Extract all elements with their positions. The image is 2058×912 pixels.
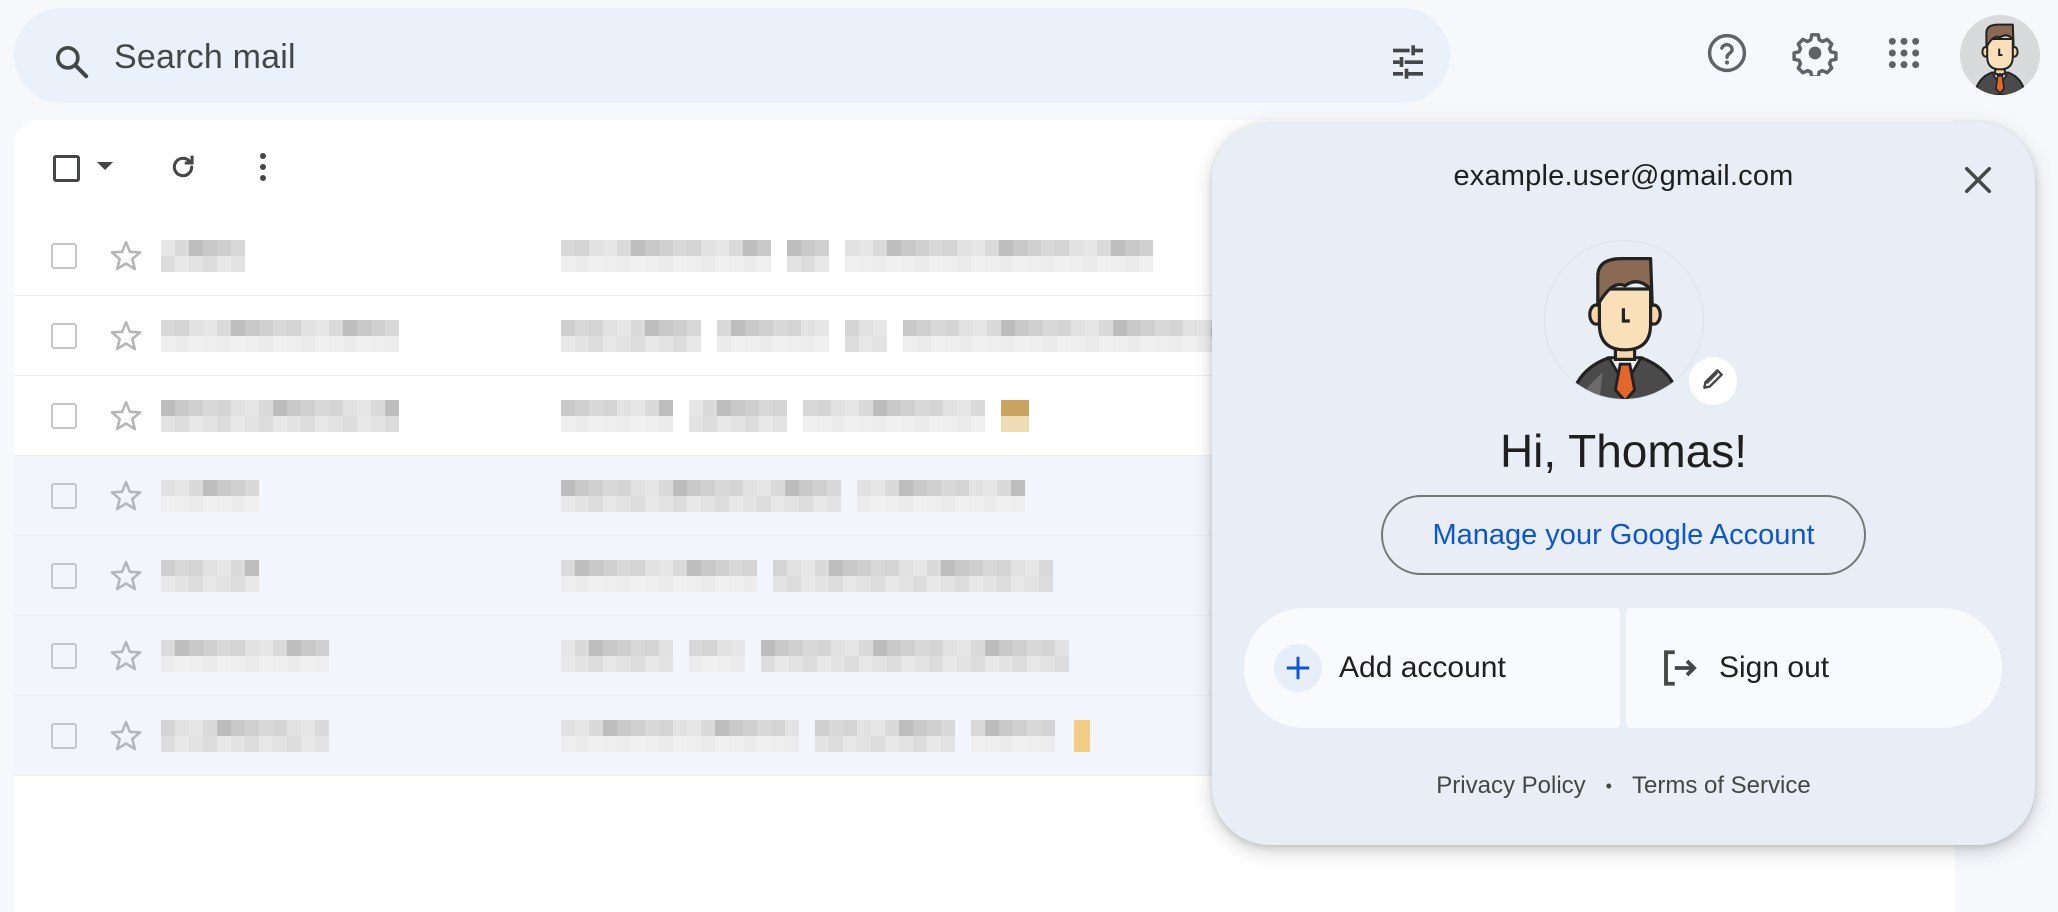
star-icon[interactable]: [108, 238, 144, 274]
more-options-button[interactable]: [240, 146, 286, 192]
subject-obscured: [561, 560, 757, 592]
subject-obscured: [561, 480, 841, 512]
subject-obscured: [561, 640, 673, 672]
row-checkbox[interactable]: [51, 723, 77, 749]
sign-out-button[interactable]: Sign out: [1626, 608, 2002, 728]
row-checkbox[interactable]: [51, 643, 77, 669]
footer-separator: •: [1605, 775, 1612, 796]
account-avatar-button[interactable]: [1960, 15, 2040, 95]
subject-obscured: [717, 320, 829, 352]
plus-icon: [1274, 644, 1322, 692]
greeting: Hi, Thomas!: [1499, 425, 1748, 477]
subject-obscured: [689, 640, 745, 672]
row-checkbox[interactable]: [51, 563, 77, 589]
tune-icon[interactable]: [1388, 42, 1428, 82]
search-bar[interactable]: Search mail: [14, 8, 1450, 103]
help-icon: [1705, 31, 1749, 80]
caret-down-icon: [97, 159, 113, 177]
more-vert-icon: [258, 152, 268, 187]
add-account-label: Add account: [1339, 651, 1506, 684]
subject-obscured: [561, 720, 799, 752]
privacy-policy-link[interactable]: Privacy Policy: [1436, 772, 1585, 800]
subject-obscured: [787, 240, 829, 272]
subject-obscured: [845, 320, 887, 352]
sender-name-obscured: [161, 400, 399, 432]
close-icon: [1963, 165, 1993, 200]
popup-footer: Privacy Policy • Terms of Service: [1212, 772, 2035, 800]
terms-of-service-link[interactable]: Terms of Service: [1632, 772, 1811, 800]
refresh-button[interactable]: [160, 146, 206, 192]
subject-obscured: [761, 640, 1069, 672]
avatar-illustration: [1569, 257, 1681, 399]
subject-obscured: [857, 480, 1025, 512]
avatar: [1973, 23, 2027, 95]
row-checkbox[interactable]: [51, 483, 77, 509]
sender-name-obscured: [161, 480, 259, 512]
subject-obscured: [561, 320, 701, 352]
sign-out-label: Sign out: [1719, 651, 1830, 684]
help-button[interactable]: [1703, 31, 1751, 79]
profile-avatar[interactable]: [1544, 240, 1704, 400]
account-email: example.user@gmail.com: [1453, 160, 1794, 192]
subject-obscured: [845, 240, 1153, 272]
star-icon[interactable]: [108, 398, 144, 434]
logout-icon: [1658, 646, 1702, 690]
manage-account-button[interactable]: Manage your Google Account: [1381, 495, 1866, 575]
gear-icon: [1792, 30, 1838, 81]
refresh-icon: [167, 151, 199, 188]
star-icon[interactable]: [108, 638, 144, 674]
subject-obscured: [1001, 400, 1029, 432]
add-account-button[interactable]: Add account: [1244, 608, 1620, 728]
sender-name-obscured: [161, 320, 399, 352]
checkbox-icon: [52, 154, 80, 182]
select-menu-button[interactable]: [90, 152, 120, 184]
subject-obscured: [561, 400, 673, 432]
search-input[interactable]: Search mail: [114, 38, 296, 77]
apps-grid-icon: [1884, 33, 1924, 78]
row-checkbox[interactable]: [51, 323, 77, 349]
subject-obscured: [561, 240, 771, 272]
apps-button[interactable]: [1880, 31, 1928, 79]
sender-name-obscured: [161, 640, 329, 672]
sender-name-obscured: [161, 720, 329, 752]
highlight-chip: [1074, 720, 1090, 752]
subject-obscured: [971, 720, 1055, 752]
subject-obscured: [803, 400, 985, 432]
subject-obscured: [903, 320, 1239, 352]
star-icon[interactable]: [108, 478, 144, 514]
account-popup: example.user@gmail.com Hi, Thomas! Manag…: [1212, 122, 2035, 845]
search-icon[interactable]: [52, 42, 92, 82]
edit-photo-button[interactable]: [1689, 357, 1737, 405]
select-all-checkbox[interactable]: [46, 148, 86, 188]
pencil-icon: [1700, 366, 1726, 397]
subject-obscured: [815, 720, 955, 752]
row-checkbox[interactable]: [51, 243, 77, 269]
star-icon[interactable]: [108, 318, 144, 354]
subject-obscured: [773, 560, 1053, 592]
close-button[interactable]: [1956, 160, 2000, 204]
sender-name-obscured: [161, 560, 259, 592]
sender-name-obscured: [161, 240, 245, 272]
settings-button[interactable]: [1791, 31, 1839, 79]
subject-obscured: [689, 400, 787, 432]
row-checkbox[interactable]: [51, 403, 77, 429]
star-icon[interactable]: [108, 558, 144, 594]
star-icon[interactable]: [108, 718, 144, 754]
